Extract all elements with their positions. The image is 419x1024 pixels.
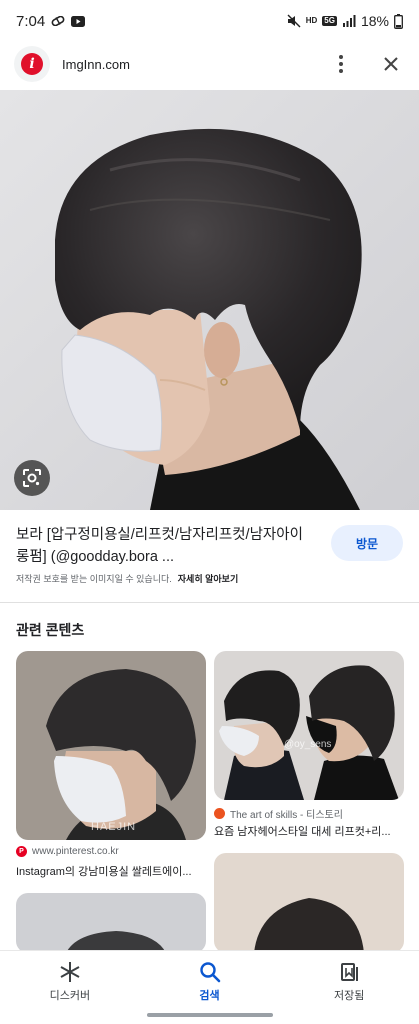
divider — [0, 602, 419, 603]
site-favicon[interactable]: i — [14, 46, 50, 82]
card-source-label: The art of skills - 티스토리 — [230, 810, 343, 821]
close-icon — [384, 57, 398, 71]
home-indicator[interactable] — [147, 1013, 273, 1017]
hairstyle-photo — [0, 90, 419, 510]
pill-icon — [51, 16, 65, 26]
visit-button[interactable]: 방문 — [331, 525, 403, 561]
related-card-image[interactable]: @oy_sens — [214, 651, 404, 800]
card-source[interactable]: The art of skills - 티스토리 — [214, 806, 343, 821]
search-icon — [199, 962, 220, 983]
bookmark-icon — [341, 963, 359, 981]
learn-more-link[interactable]: 자세히 알아보기 — [178, 574, 238, 584]
related-card-image[interactable] — [214, 853, 404, 953]
battery-icon — [394, 13, 403, 29]
copyright-text: 저작권 보호를 받는 이미지일 수 있습니다. — [16, 574, 172, 584]
mute-icon — [287, 14, 301, 28]
pinterest-icon: P — [16, 846, 27, 857]
card-source[interactable]: P www.pinterest.co.kr — [16, 846, 119, 857]
more-options-button[interactable] — [327, 50, 355, 78]
lens-search-button[interactable] — [14, 460, 50, 496]
result-image[interactable] — [0, 90, 419, 510]
nav-discover[interactable]: 디스커버 — [0, 951, 140, 1024]
battery-percent: 18% — [360, 13, 389, 29]
source-url-bar: i ImgInn.com — [0, 42, 419, 86]
related-card-image[interactable] — [16, 893, 206, 953]
card-watermark: HAEJIN — [91, 821, 137, 833]
tistory-icon — [214, 808, 225, 819]
card-watermark: @oy_sens — [284, 739, 332, 750]
related-card-image[interactable]: HAEJIN — [16, 651, 206, 840]
network-5g-indicator: 5G — [322, 16, 337, 26]
card-caption[interactable]: 요즘 남자헤어스타일 대세 리프컷+리... — [214, 823, 404, 839]
asterisk-icon — [60, 962, 80, 982]
nav-saved[interactable]: 저장됨 — [279, 951, 419, 1024]
signal-icon — [342, 15, 356, 27]
hairstyle-thumbnail — [254, 898, 364, 953]
nav-search-label: 검색 — [199, 990, 220, 1002]
hairstyle-thumbnail — [16, 651, 206, 840]
network-type-indicator: HD — [306, 17, 318, 25]
card-caption[interactable]: Instagram의 강남미용실 쌀레트에이... — [16, 863, 206, 879]
lens-icon — [23, 469, 41, 487]
youtube-notification-icon — [71, 15, 86, 27]
hairstyle-thumbnail — [66, 931, 166, 953]
status-time: 7:04 — [16, 12, 46, 30]
hairstyle-thumbnail — [214, 651, 404, 800]
result-title[interactable]: 보라 [압구정미용실/리프컷/남자리프컷/남자아이롱펌] (@goodday.b… — [16, 524, 316, 568]
nav-discover-label: 디스커버 — [49, 990, 91, 1002]
close-button[interactable] — [377, 50, 405, 78]
status-bar: 7:04 HD 5G 18% — [0, 0, 419, 42]
network-hd-label: HD — [305, 16, 318, 25]
site-domain[interactable]: ImgInn.com — [62, 57, 130, 72]
related-content-title: 관련 콘텐츠 — [16, 622, 85, 638]
copyright-notice: 저작권 보호를 받는 이미지일 수 있습니다. 자세히 알아보기 — [16, 572, 238, 585]
network-5g-label: 5G — [324, 16, 335, 25]
site-icon-letter: i — [21, 53, 43, 75]
more-vert-icon — [339, 55, 343, 73]
card-source-label: www.pinterest.co.kr — [32, 846, 119, 857]
nav-saved-label: 저장됨 — [333, 990, 365, 1002]
